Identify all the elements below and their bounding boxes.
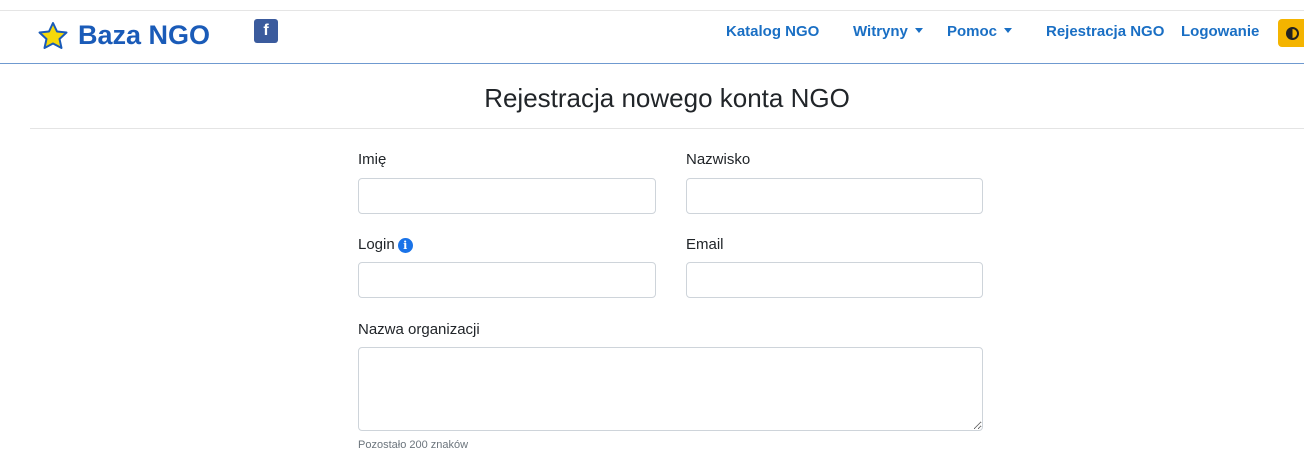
info-icon[interactable]: i: [397, 238, 413, 253]
login-label-row: Login i: [358, 236, 413, 253]
nav-logowanie[interactable]: Logowanie: [1181, 23, 1259, 40]
nav-katalog-ngo[interactable]: Katalog NGO: [726, 23, 819, 40]
remaining-characters-text: Pozostało 200 znaków: [358, 439, 469, 451]
brand-link[interactable]: Baza NGO: [36, 17, 210, 53]
nav-pomoc-dropdown[interactable]: Pomoc: [947, 23, 1013, 40]
nav-rejestracja-ngo[interactable]: Rejestracja NGO: [1046, 23, 1164, 40]
caret-down-icon: [1004, 28, 1013, 33]
contrast-icon: [1286, 26, 1299, 40]
nav-witryny-label: Witryny: [853, 23, 908, 40]
last-name-label: Nazwisko: [686, 151, 751, 168]
nav-pomoc-label: Pomoc: [947, 23, 998, 40]
email-label: Email: [686, 236, 724, 253]
login-label: Login: [358, 236, 395, 253]
brand-name: Baza NGO: [78, 19, 211, 50]
first-name-label: Imię: [358, 151, 387, 168]
caret-down-icon: [914, 28, 923, 33]
page-title: Rejestracja nowego konta NGO: [484, 83, 850, 113]
last-name-field[interactable]: [686, 178, 983, 214]
email-field[interactable]: [686, 262, 983, 298]
navbar: Baza NGO f Katalog NGO Witryny Pomoc Rej…: [0, 11, 1304, 64]
login-field[interactable]: [358, 262, 656, 298]
organization-name-textarea[interactable]: [358, 347, 983, 431]
title-divider: [30, 128, 1304, 129]
star-logo-icon: [38, 22, 68, 49]
nav-witryny-dropdown[interactable]: Witryny: [853, 23, 923, 40]
first-name-field[interactable]: [358, 178, 656, 214]
contrast-toggle-button[interactable]: [1278, 19, 1304, 47]
organization-name-label: Nazwa organizacji: [358, 321, 480, 338]
facebook-icon[interactable]: f: [254, 19, 278, 43]
